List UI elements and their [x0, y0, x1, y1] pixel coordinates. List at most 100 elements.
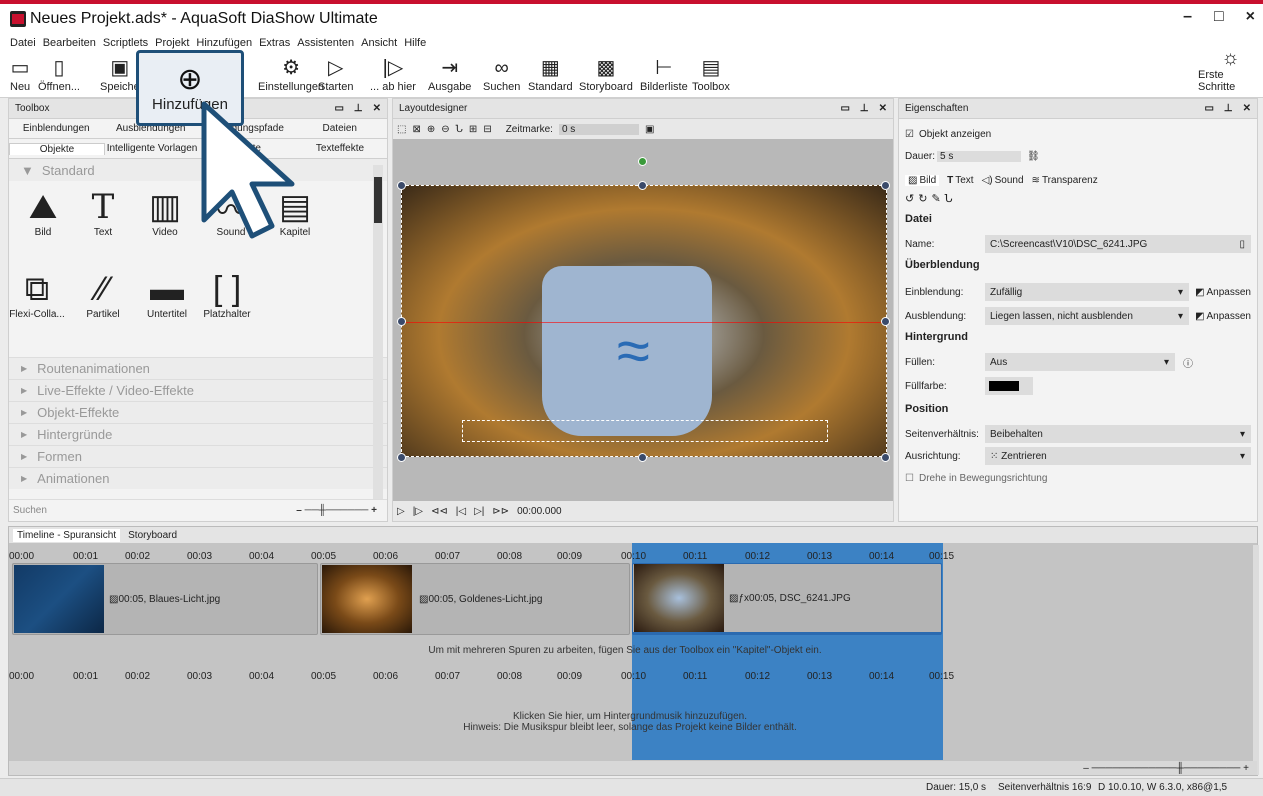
tab-transparenz[interactable]: ≋ Transparenz	[1032, 175, 1098, 186]
resize-handle-l[interactable]	[397, 317, 406, 326]
storyboard-view-button[interactable]: ▩ Storyboard	[579, 52, 633, 98]
tab-intelligente-vorlagen[interactable]: Intelligente Vorlagen	[105, 143, 199, 154]
menu-hilfe[interactable]: Hilfe	[404, 37, 426, 49]
close-icon[interactable]: ✕	[1243, 103, 1251, 114]
restore-icon[interactable]: ▭	[334, 103, 343, 114]
menu-ansicht[interactable]: Ansicht	[361, 37, 397, 49]
search-button[interactable]: ∞ Suchen	[483, 52, 520, 98]
next-icon[interactable]: ▷|	[474, 506, 484, 517]
path-icon[interactable]: Ն	[945, 192, 953, 205]
fuellen-select[interactable]: Aus ▾	[985, 353, 1175, 371]
new-button[interactable]: ▭ Neu	[10, 52, 30, 98]
section-live-effekte[interactable]: ▶ Live-Effekte / Video-Effekte	[9, 379, 387, 401]
toolbox-button[interactable]: ▤ Toolbox	[692, 52, 730, 98]
open-button[interactable]: ▯ Öffnen...	[38, 52, 80, 98]
toolbox-scrollbar[interactable]	[373, 165, 383, 501]
zoom-in-icon[interactable]: ⊕	[427, 124, 435, 135]
tab-texteffekte[interactable]: Texteffekte	[293, 143, 387, 154]
pin-icon[interactable]: ⊥	[1224, 103, 1233, 114]
clip-dsc-6241[interactable]: ▨ ƒx 00:05, DSC_6241.JPG	[632, 563, 942, 635]
timeline-zoom-slider[interactable]: – ────────────╫──────── +	[1083, 763, 1249, 774]
section-animationen[interactable]: ▶ Animationen	[9, 467, 387, 489]
menu-extras[interactable]: Extras	[259, 37, 290, 49]
ausrichtung-select[interactable]: ⁙ Zentrieren ▾	[985, 447, 1251, 465]
timeline-zoom-bar[interactable]: – ────────────╫──────── +	[9, 761, 1257, 775]
close-icon[interactable]: ✕	[879, 103, 887, 114]
resize-handle-t[interactable]	[638, 181, 647, 190]
canvas-image[interactable]: ≈	[401, 185, 888, 457]
pin-icon[interactable]: ⊥	[354, 103, 363, 114]
forward-icon[interactable]: ⊳⊳	[492, 506, 509, 517]
menu-datei[interactable]: Datei	[10, 37, 36, 49]
ausblendung-select[interactable]: Liegen lassen, nicht ausblenden ▾	[985, 307, 1190, 325]
save-icon[interactable]: ▣	[645, 124, 654, 135]
scroll-thumb[interactable]	[374, 177, 382, 223]
grid-snap-icon[interactable]: ⊠	[412, 124, 420, 135]
pencil-icon[interactable]: ✎	[931, 192, 940, 205]
checkbox-checked-icon[interactable]: ☑	[905, 129, 914, 140]
rewind-icon[interactable]: ⊲⊲	[431, 506, 448, 517]
tool-text[interactable]: T Text	[73, 187, 133, 238]
folder-icon[interactable]: ▯	[1239, 239, 1245, 250]
resize-handle-b[interactable]	[638, 453, 647, 462]
ruler-bottom[interactable]: 00:00 00:01 00:02 00:03 00:04 00:05 00:06 00:07…	[9, 667, 1241, 687]
maximize-button[interactable]: □	[1214, 8, 1224, 26]
restore-icon[interactable]: ▭	[840, 103, 849, 114]
path-icon[interactable]: Ն	[456, 124, 463, 135]
restore-icon[interactable]: ▭	[1204, 103, 1213, 114]
rotate-right-icon[interactable]: ↻	[918, 192, 927, 205]
menu-assistenten[interactable]: Assistenten	[297, 37, 354, 49]
music-track[interactable]: Klicken Sie hier, um Hintergrundmusik hi…	[9, 689, 1251, 759]
menu-hinzufuegen[interactable]: Hinzufügen	[196, 37, 252, 49]
resize-handle-br[interactable]	[881, 453, 890, 462]
zeitmarke-input[interactable]: 0 s	[558, 123, 639, 135]
color-picker[interactable]	[985, 377, 1033, 395]
tab-dateien[interactable]: Dateien	[293, 123, 388, 134]
pin-icon[interactable]: ⊥	[860, 103, 869, 114]
duration-input[interactable]: 5 s	[937, 150, 1021, 162]
checkbox-icon[interactable]: ☐	[905, 473, 914, 484]
tool-video[interactable]: ▥ Video	[135, 187, 195, 238]
tab-sound[interactable]: ◁) Sound	[982, 175, 1024, 186]
settings-button[interactable]: ⚙ Einstellungen	[258, 52, 324, 98]
minimize-button[interactable]: –	[1183, 8, 1192, 26]
resize-handle-r[interactable]	[881, 317, 890, 326]
tool-bild[interactable]: ⛰ Bild	[13, 187, 73, 239]
anpassen-button-2[interactable]: ◩ Anpassen	[1195, 311, 1251, 322]
tool-platzhalter[interactable]: [ ] Platzhalter	[197, 269, 257, 321]
zoom-out-icon[interactable]: ⊖	[441, 124, 449, 135]
tab-einblendungen[interactable]: Einblendungen	[9, 123, 104, 134]
tab-storyboard[interactable]: Storyboard	[124, 529, 181, 542]
resize-handle-bl[interactable]	[397, 453, 406, 462]
seitenverhaeltnis-select[interactable]: Beibehalten ▾	[985, 425, 1251, 443]
save-button[interactable]: ▣ Speiche	[100, 52, 140, 98]
standard-view-button[interactable]: ▦ Standard	[528, 52, 573, 98]
tool-partikel[interactable]: ⁄⁄ Partikel	[73, 269, 133, 321]
from-here-button[interactable]: |▷... ab hier	[370, 52, 416, 98]
subtitle-frame[interactable]	[462, 420, 828, 442]
tab-bild[interactable]: ▨ Bild	[905, 174, 940, 186]
section-hintergruende[interactable]: ▶ Hintergründe	[9, 423, 387, 445]
select-icon[interactable]: ⬚	[397, 124, 406, 135]
play-icon[interactable]: ▷	[397, 506, 405, 517]
resize-handle-tr[interactable]	[881, 181, 890, 190]
show-object-row[interactable]: ☑ Objekt anzeigen	[905, 123, 1251, 145]
section-routenanimationen[interactable]: ▶ Routenanimationen	[9, 357, 387, 379]
clip-blaues-licht[interactable]: ▨ 00:05, Blaues-Licht.jpg	[12, 563, 318, 635]
anpassen-button-1[interactable]: ◩ Anpassen	[1195, 287, 1251, 298]
section-formen[interactable]: ▶ Formen	[9, 445, 387, 467]
clip-goldenes-licht[interactable]: ▨ 00:05, Goldenes-Licht.jpg	[320, 563, 630, 635]
add-box-icon[interactable]: ⊞	[469, 124, 477, 135]
name-value[interactable]: C:\Screencast\V10\DSC_6241.JPG ▯	[985, 235, 1251, 253]
rotate-handle[interactable]	[638, 157, 647, 166]
image-list-button[interactable]: ⊢ Bilderliste	[640, 52, 688, 98]
tool-untertitel[interactable]: ▬ Untertitel	[137, 269, 197, 321]
close-button[interactable]: ×	[1246, 8, 1255, 26]
start-button[interactable]: ▷ Starten	[318, 52, 353, 98]
menu-projekt[interactable]: Projekt	[155, 37, 189, 49]
tab-timeline[interactable]: Timeline - Spuransicht	[13, 528, 121, 542]
play-from-here-icon[interactable]: |▷	[413, 506, 423, 517]
menu-scriptlets[interactable]: Scriptlets	[103, 37, 148, 49]
tab-text[interactable]: T Text	[947, 175, 973, 186]
prev-icon[interactable]: |◁	[456, 506, 466, 517]
